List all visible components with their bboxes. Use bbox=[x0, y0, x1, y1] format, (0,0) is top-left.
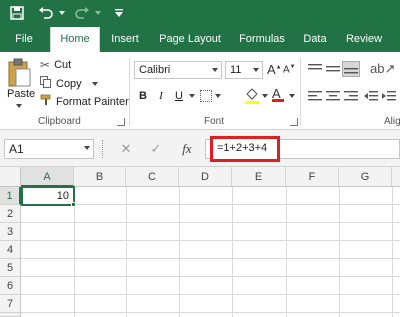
tab-home[interactable]: Home bbox=[50, 27, 100, 53]
underline-dropdown-icon[interactable] bbox=[189, 94, 195, 98]
alignment-group-label: Alig bbox=[384, 116, 400, 127]
fill-color-dropdown-icon[interactable] bbox=[262, 94, 268, 98]
worksheet-grid: A B C D E F G 1 2 3 4 5 6 7 10 bbox=[0, 167, 400, 317]
tab-formulas[interactable]: Formulas bbox=[234, 27, 290, 52]
paintbrush-icon bbox=[40, 94, 52, 109]
column-header-a[interactable]: A bbox=[21, 167, 74, 187]
copy-dropdown-icon[interactable] bbox=[91, 81, 98, 86]
select-all-corner[interactable] bbox=[0, 167, 21, 187]
font-group-label: Font bbox=[204, 116, 225, 127]
redo-icon[interactable] bbox=[72, 4, 92, 22]
ribbon: Paste ✂ Cut Copy Format Painter Clipboar… bbox=[0, 52, 400, 130]
format-painter-button[interactable]: Format Painter bbox=[40, 94, 129, 109]
row-header-2[interactable]: 2 bbox=[0, 205, 21, 223]
font-size-combo[interactable]: 11 bbox=[225, 61, 263, 79]
align-left-icon[interactable] bbox=[308, 90, 322, 105]
paste-label: Paste bbox=[7, 88, 36, 100]
font-name-combo[interactable]: Calibri bbox=[134, 61, 222, 79]
fill-color-icon[interactable] bbox=[244, 87, 260, 108]
paste-icon[interactable] bbox=[6, 58, 34, 88]
row-header-3[interactable]: 3 bbox=[0, 223, 21, 241]
formula-input[interactable]: =1+2+3+4 bbox=[210, 136, 280, 162]
font-launcher-icon[interactable] bbox=[290, 118, 298, 126]
paste-button[interactable]: Paste bbox=[7, 88, 35, 100]
save-icon[interactable] bbox=[8, 4, 26, 22]
clipboard-group-label: Clipboard bbox=[38, 116, 81, 127]
clipboard-launcher-icon[interactable] bbox=[117, 118, 125, 126]
tab-page-layout[interactable]: Page Layout bbox=[154, 27, 226, 52]
row-header-7[interactable]: 7 bbox=[0, 295, 21, 313]
copy-label: Copy bbox=[56, 77, 82, 90]
column-header-d[interactable]: D bbox=[179, 167, 232, 187]
format-painter-label: Format Painter bbox=[56, 95, 129, 108]
undo-icon[interactable] bbox=[36, 4, 56, 22]
undo-dropdown-icon[interactable] bbox=[57, 4, 67, 22]
fill-handle[interactable] bbox=[71, 202, 76, 207]
middle-align-icon[interactable] bbox=[326, 63, 340, 78]
font-size-value: 11 bbox=[230, 64, 242, 76]
increase-indent-icon[interactable] bbox=[382, 90, 396, 105]
tab-data[interactable]: Data bbox=[298, 27, 332, 52]
column-header-b[interactable]: B bbox=[74, 167, 126, 187]
cell-gridlines[interactable] bbox=[21, 187, 400, 317]
tab-review[interactable]: Review bbox=[342, 27, 386, 52]
group-divider bbox=[129, 58, 130, 126]
enter-icon[interactable]: ✓ bbox=[146, 139, 166, 159]
cell-a1[interactable]: 10 bbox=[21, 186, 75, 206]
font-size-dropdown-icon bbox=[253, 68, 259, 72]
cut-button[interactable]: ✂ Cut bbox=[40, 58, 71, 72]
paste-dropdown-icon[interactable] bbox=[16, 104, 22, 108]
tab-insert[interactable]: Insert bbox=[106, 27, 144, 52]
insert-function-button[interactable]: fx bbox=[176, 139, 198, 159]
underline-button[interactable]: U bbox=[172, 88, 186, 104]
column-header-c[interactable]: C bbox=[126, 167, 179, 187]
name-box-dropdown-icon[interactable] bbox=[84, 146, 90, 150]
cancel-icon[interactable]: ✕ bbox=[116, 139, 136, 159]
increase-font-size-icon[interactable]: A▲ bbox=[267, 62, 282, 77]
column-header-g[interactable]: G bbox=[339, 167, 392, 187]
formula-bar-grip[interactable] bbox=[102, 140, 104, 158]
top-align-icon[interactable] bbox=[308, 63, 322, 78]
tab-file[interactable]: File bbox=[8, 27, 40, 52]
bold-button[interactable]: B bbox=[136, 88, 150, 104]
column-header-f[interactable]: F bbox=[286, 167, 339, 187]
group-divider bbox=[300, 58, 301, 126]
font-color-dropdown-icon[interactable] bbox=[289, 94, 295, 98]
cut-label: Cut bbox=[54, 59, 72, 71]
row-header-5[interactable]: 5 bbox=[0, 259, 21, 277]
column-header-h[interactable] bbox=[392, 167, 400, 187]
row-header-4[interactable]: 4 bbox=[0, 241, 21, 259]
name-box[interactable]: A1 bbox=[4, 139, 94, 159]
row-header-8[interactable] bbox=[0, 313, 21, 317]
scissors-icon: ✂ bbox=[40, 58, 51, 72]
align-center-icon[interactable] bbox=[326, 90, 340, 105]
redo-dropdown-icon[interactable] bbox=[93, 4, 103, 22]
copy-icon bbox=[40, 76, 52, 91]
copy-button[interactable]: Copy bbox=[40, 76, 98, 91]
borders-icon[interactable] bbox=[200, 90, 212, 102]
font-name-value: Calibri bbox=[139, 64, 171, 76]
align-right-icon[interactable] bbox=[344, 90, 358, 105]
borders-dropdown-icon[interactable] bbox=[215, 94, 221, 98]
decrease-indent-icon[interactable] bbox=[364, 90, 378, 105]
ribbon-tabs: File Home Insert Page Layout Formulas Da… bbox=[0, 27, 400, 53]
column-header-e[interactable]: E bbox=[232, 167, 286, 187]
italic-button[interactable]: I bbox=[154, 88, 168, 104]
title-bar bbox=[0, 0, 400, 27]
row-header-1[interactable]: 1 bbox=[0, 187, 21, 205]
orientation-icon[interactable]: ab↗ bbox=[370, 61, 395, 77]
decrease-font-size-icon[interactable]: A▼ bbox=[283, 64, 296, 75]
customize-toolbar-icon[interactable] bbox=[112, 4, 126, 22]
font-color-icon[interactable]: A bbox=[272, 86, 284, 102]
font-name-dropdown-icon bbox=[212, 68, 218, 72]
bottom-align-icon[interactable] bbox=[342, 61, 360, 77]
row-header-6[interactable]: 6 bbox=[0, 277, 21, 295]
